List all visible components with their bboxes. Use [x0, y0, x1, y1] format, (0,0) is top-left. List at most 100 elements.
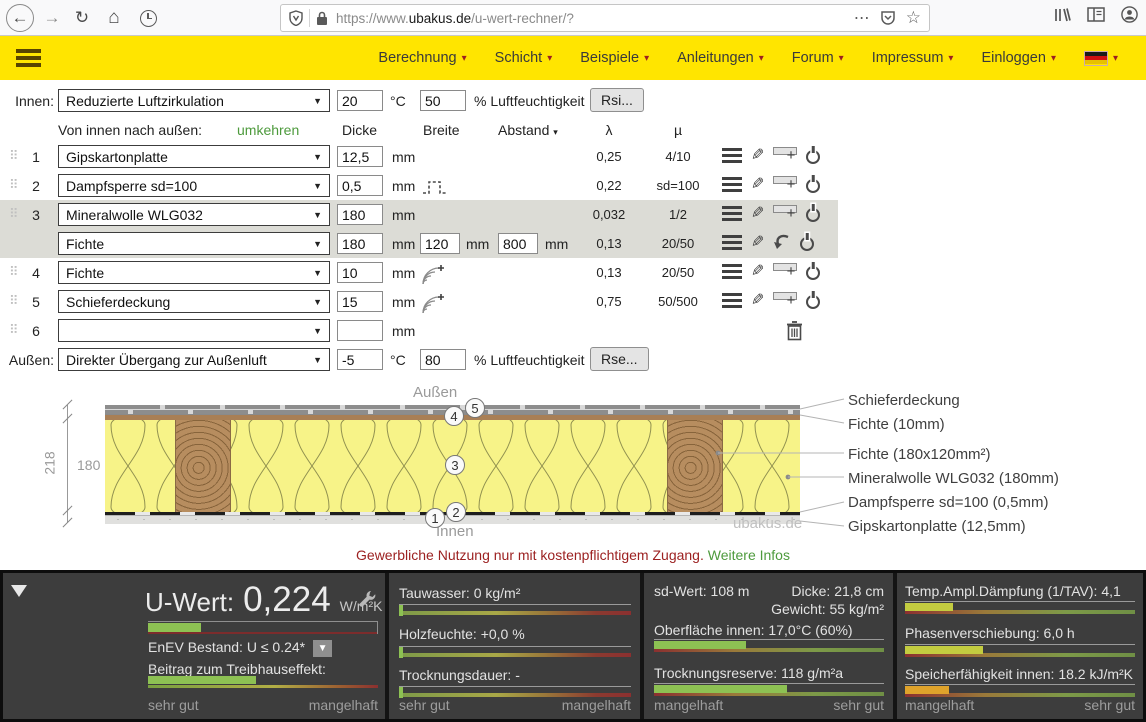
menu-hamburger-icon[interactable] [16, 49, 41, 67]
row-menu-icon[interactable] [722, 206, 742, 221]
nav-item-schicht[interactable]: Schicht▾ [495, 50, 553, 66]
add-layer-icon[interactable]: + [773, 292, 797, 309]
edit-pencil-icon[interactable]: ✎ [751, 235, 764, 251]
edit-pencil-icon[interactable]: ✎ [751, 206, 764, 222]
forward-icon[interactable]: → [38, 4, 66, 32]
nav-item-beispiele[interactable]: Beispiele▾ [580, 50, 649, 66]
thickness-input[interactable] [337, 175, 383, 196]
aussen-surface-select[interactable]: Direkter Übergang zur Außenluft▼ [58, 348, 330, 371]
material-select[interactable]: Mineralwolle WLG032▼ [58, 203, 330, 226]
shield-icon[interactable] [289, 10, 303, 26]
nav-item-impressum[interactable]: Impressum▾ [872, 50, 954, 66]
edit-pencil-icon[interactable]: ✎ [751, 177, 764, 193]
german-flag-icon [1084, 51, 1108, 66]
nav-item-anleitungen[interactable]: Anleitungen▾ [677, 50, 764, 66]
drag-handle-icon[interactable]: ⠿ [9, 206, 18, 222]
edit-pencil-icon[interactable]: ✎ [751, 293, 764, 309]
spacing-input[interactable] [498, 233, 538, 254]
drag-handle-icon[interactable]: ⠿ [9, 293, 18, 309]
url-bar[interactable]: https://www.ubakus.de/u-wert-rechner/? ⋯… [280, 4, 930, 32]
innen-row: Innen: Reduzierte Luftzirkulation▼ °C % … [0, 88, 1146, 116]
material-select[interactable]: Fichte▼ [58, 232, 330, 255]
thickness-input[interactable] [337, 204, 383, 225]
row-menu-icon[interactable] [722, 235, 742, 250]
wood-grain-add-icon[interactable] [421, 263, 446, 285]
reverse-link[interactable]: umkehren [237, 122, 299, 138]
mu-value: sd=100 [645, 178, 711, 193]
row-menu-icon[interactable] [722, 264, 742, 279]
row-menu-icon[interactable] [722, 293, 742, 308]
material-select[interactable]: ▼ [58, 319, 330, 342]
width-input[interactable] [420, 233, 460, 254]
plus-glyph: + [787, 147, 796, 164]
aussen-temp-input[interactable] [337, 349, 383, 370]
material-select[interactable]: Gipskartonplatte▼ [58, 145, 330, 168]
rsi-button[interactable]: Rsi... [590, 88, 644, 112]
power-toggle-icon[interactable] [806, 266, 820, 280]
thickness-input[interactable] [337, 320, 383, 341]
aussen-humidity-input[interactable] [420, 349, 466, 370]
language-selector[interactable]: ▾ [1084, 51, 1118, 66]
add-layer-icon[interactable]: + [773, 205, 797, 222]
sidebar-icon[interactable] [1087, 7, 1105, 22]
row-menu-icon[interactable] [722, 148, 742, 163]
account-icon[interactable] [1121, 6, 1138, 23]
power-toggle-icon[interactable] [806, 150, 820, 164]
nav-item-forum[interactable]: Forum▾ [792, 50, 844, 66]
rse-button[interactable]: Rse... [590, 347, 649, 371]
enev-dropdown-icon[interactable]: ▼ [313, 640, 332, 657]
col-abstand-label[interactable]: Abstand ▾ [498, 122, 558, 138]
history-clock-icon[interactable] [134, 4, 162, 32]
power-toggle-icon[interactable] [806, 208, 820, 222]
layer-marker-1[interactable]: 1 [425, 508, 445, 528]
page-actions-icon[interactable]: ⋯ [854, 8, 870, 28]
power-toggle-icon[interactable] [806, 295, 820, 309]
power-toggle-icon[interactable] [806, 179, 820, 193]
layer-marker-2[interactable]: 2 [446, 502, 466, 522]
innen-temp-input[interactable] [337, 90, 383, 111]
back-icon[interactable]: ← [6, 4, 34, 32]
notice-link[interactable]: Weitere Infos [708, 547, 790, 563]
material-select[interactable]: Dampfsperre sd=100▼ [58, 174, 330, 197]
thickness-input[interactable] [337, 262, 383, 283]
pocket-icon[interactable] [880, 10, 896, 26]
layer-marker-4[interactable]: 4 [444, 406, 464, 426]
power-toggle-icon[interactable] [800, 237, 814, 251]
nav-item-einloggen[interactable]: Einloggen▾ [981, 50, 1056, 66]
reload-icon[interactable]: ↻ [68, 4, 96, 32]
innen-humidity-input[interactable] [420, 90, 466, 111]
mm-unit-label: mm [392, 294, 415, 310]
results-panel: U-Wert: 0,224 W/m²K EnEV Bestand: U ≤ 0.… [0, 570, 1146, 722]
drag-handle-icon[interactable]: ⠿ [9, 177, 18, 193]
lambda-value: 0,75 [580, 294, 638, 309]
lambda-value: 0,032 [580, 207, 638, 222]
temp-ampl-meter [905, 601, 1135, 614]
bookmark-star-icon[interactable]: ☆ [906, 8, 921, 28]
foil-profile-icon[interactable] [422, 178, 448, 195]
drag-handle-icon[interactable]: ⠿ [9, 264, 18, 280]
library-icon[interactable] [1053, 7, 1071, 23]
thickness-input[interactable] [337, 233, 383, 254]
undo-arrow-icon[interactable] [773, 234, 791, 251]
thickness-input[interactable] [337, 146, 383, 167]
url-text[interactable]: https://www.ubakus.de/u-wert-rechner/? [336, 11, 854, 26]
layer-marker-3[interactable]: 3 [445, 455, 465, 475]
nav-item-berechnung[interactable]: Berechnung▾ [378, 50, 466, 66]
wrench-icon[interactable] [357, 589, 377, 609]
drag-handle-icon[interactable]: ⠿ [9, 322, 18, 338]
layer-marker-5[interactable]: 5 [465, 398, 485, 418]
thickness-input[interactable] [337, 291, 383, 312]
add-layer-icon[interactable]: + [773, 263, 797, 280]
drag-handle-icon[interactable]: ⠿ [9, 148, 18, 164]
material-select[interactable]: Schieferdeckung▼ [58, 290, 330, 313]
row-menu-icon[interactable] [722, 177, 742, 192]
edit-pencil-icon[interactable]: ✎ [751, 264, 764, 280]
wood-grain-add-icon[interactable] [421, 292, 446, 314]
innen-surface-select[interactable]: Reduzierte Luftzirkulation▼ [58, 89, 330, 112]
home-icon[interactable]: ⌂ [100, 4, 128, 32]
edit-pencil-icon[interactable]: ✎ [751, 148, 764, 164]
trash-icon[interactable] [786, 321, 803, 341]
add-layer-icon[interactable]: + [773, 147, 797, 164]
add-layer-icon[interactable]: + [773, 176, 797, 193]
material-select[interactable]: Fichte▼ [58, 261, 330, 284]
